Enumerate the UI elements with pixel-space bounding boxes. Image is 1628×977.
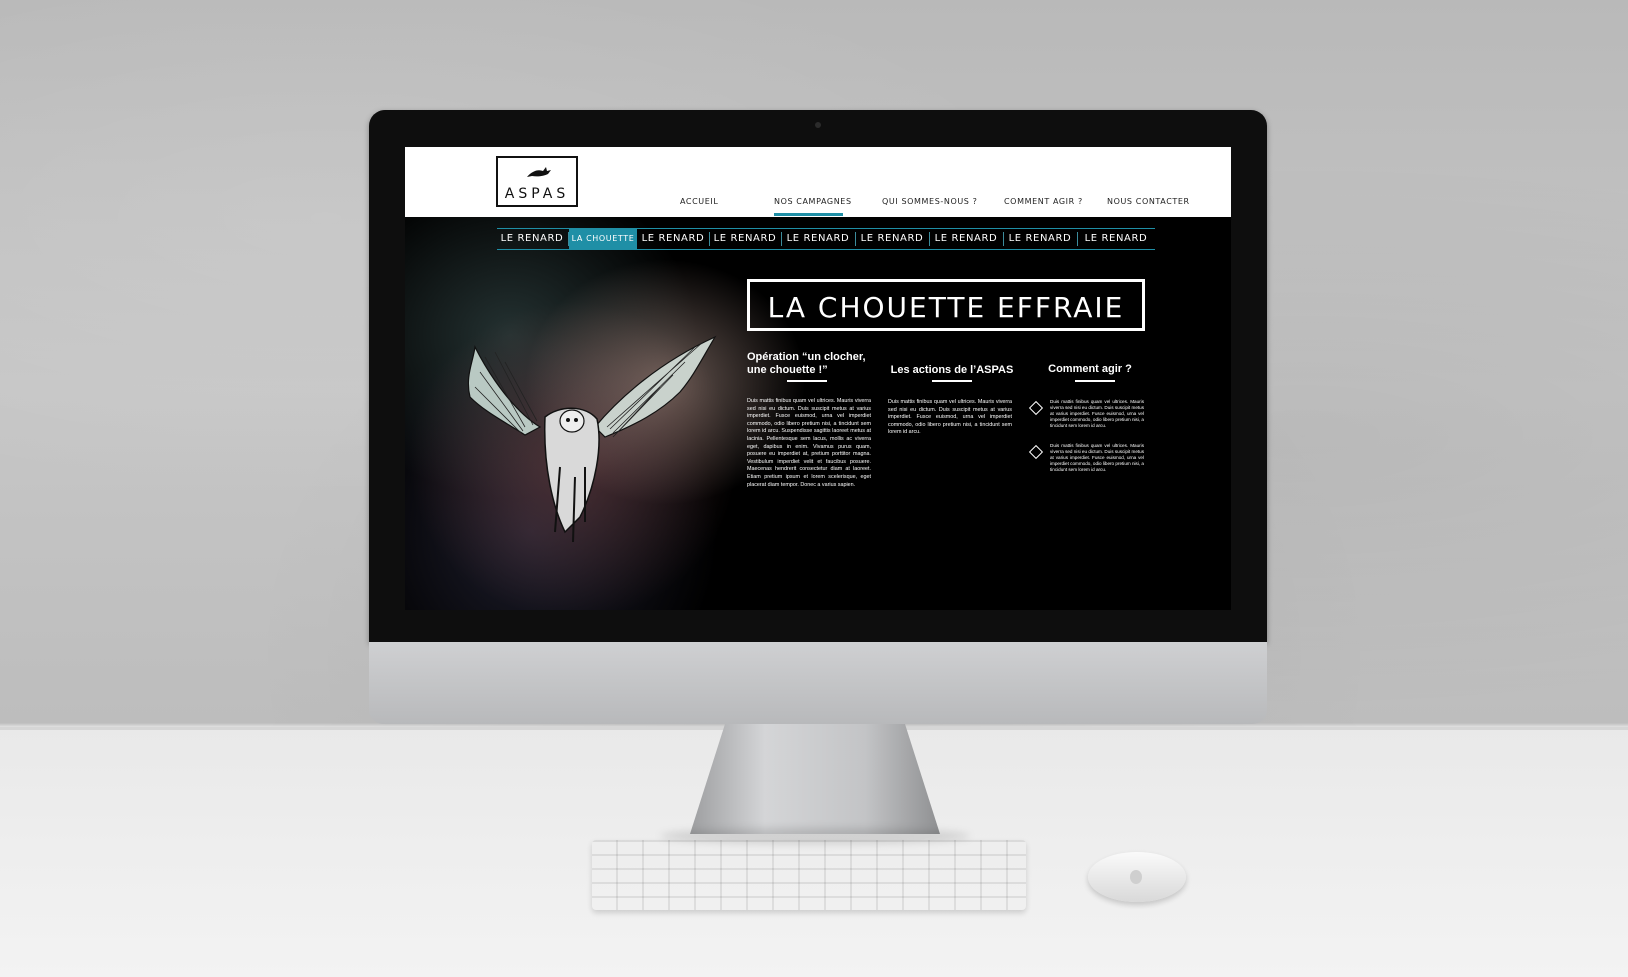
nav-active-indicator [774,213,843,216]
mouse [1088,852,1186,902]
monitor-stand [690,724,940,834]
subnav-tab-le-renard[interactable]: LE RENARD [1078,229,1154,249]
column-heading-actions: Les actions de l’ASPAS [890,364,1014,376]
nav-item-qui-sommes-nous[interactable]: QUI SOMMES-NOUS ? [882,197,977,206]
fox-icon [527,167,551,177]
subnav-tab-la-chouette[interactable]: LA CHOUETTE [569,229,637,249]
page-title: LA CHOUETTE EFFRAIE [767,291,1125,324]
subnav-tab-le-renard[interactable]: LE RENARD [930,229,1002,249]
subnav-tab-le-renard[interactable]: LE RENARD [1004,229,1076,249]
keyboard [592,840,1026,910]
aspas-logo[interactable]: ASPAS [496,156,578,207]
logo-text: ASPAS [504,186,570,202]
column-underline [1075,380,1115,382]
action-item: Duis mattis finibus quam vel ultrices. M… [1050,443,1144,472]
subnav-tab-le-renard[interactable]: LE RENARD [638,229,708,249]
barn-owl-illustration [467,335,717,543]
column-body-actions: Duis mattis finibus quam vel ultrices. M… [888,399,1012,436]
monitor-chin [369,642,1267,724]
apple-logo-icon [1130,870,1142,884]
subnav-tab-le-renard[interactable]: LE RENARD [856,229,928,249]
column-underline [932,380,972,382]
subnav-tab-le-renard[interactable]: LE RENARD [782,229,854,249]
nav-item-nous-contacter[interactable]: NOUS CONTACTER [1107,197,1190,206]
camera-icon [815,122,821,128]
nav-item-nos-campagnes[interactable]: NOS CAMPAGNES [774,197,852,206]
diamond-bullet-icon [1028,444,1044,460]
column-underline [787,380,827,382]
main-navigation: ACCUEIL NOS CAMPAGNES QUI SOMMES-NOUS ? … [655,197,1189,217]
column-heading-operation: Opération “un clocher, une chouette !” [747,351,866,376]
species-subnav: LE RENARD LA CHOUETTE LE RENARD LE RENAR… [497,228,1155,250]
site-header: ASPAS ACCUEIL NOS CAMPAGNES QUI SOMMES-N… [405,147,1231,217]
website-screen: ASPAS ACCUEIL NOS CAMPAGNES QUI SOMMES-N… [405,147,1231,610]
column-heading-comment-agir: Comment agir ? [1048,363,1132,375]
nav-item-comment-agir[interactable]: COMMENT AGIR ? [1004,197,1083,206]
action-item: Duis mattis finibus quam vel ultrices. M… [1050,399,1144,428]
column-body-operation: Duis mattis finibus quam vel ultrices. M… [747,398,871,488]
subnav-tab-le-renard[interactable]: LE RENARD [497,229,567,249]
diamond-bullet-icon [1028,400,1044,416]
page-title-box: LA CHOUETTE EFFRAIE [747,279,1145,331]
subnav-tab-le-renard[interactable]: LE RENARD [710,229,780,249]
nav-item-accueil[interactable]: ACCUEIL [680,197,718,206]
